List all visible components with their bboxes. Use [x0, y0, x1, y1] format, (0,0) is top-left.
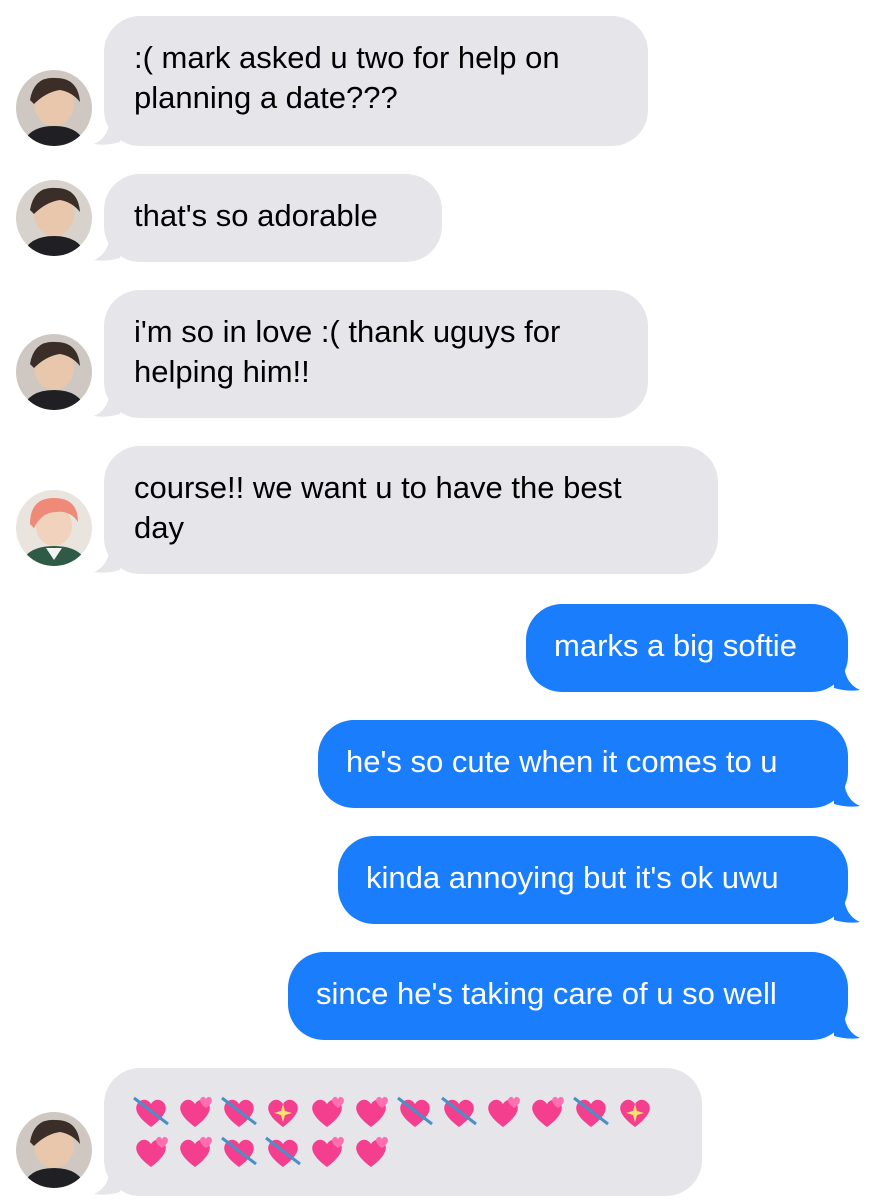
message-row: marks a big softie	[0, 604, 872, 694]
sparkling-heart-icon	[620, 1099, 650, 1128]
bubble-tail	[94, 548, 120, 573]
avatar-dark-hair-icon	[16, 334, 92, 410]
avatar[interactable]	[16, 334, 92, 410]
avatar[interactable]	[16, 490, 92, 566]
heart-with-arrow-icon	[265, 1136, 301, 1168]
avatar-dark-hair-icon	[16, 1112, 92, 1188]
bubble-tail	[94, 120, 120, 145]
heart-with-arrow-icon	[221, 1096, 257, 1128]
two-hearts-icon	[136, 1136, 168, 1168]
two-hearts-icon	[356, 1136, 388, 1168]
bubble-tail	[94, 236, 120, 261]
two-hearts-icon	[312, 1096, 344, 1128]
heart-with-arrow-icon	[221, 1136, 257, 1168]
avatar[interactable]	[16, 180, 92, 256]
two-hearts-icon	[312, 1136, 344, 1168]
two-hearts-icon	[488, 1096, 520, 1128]
bubble-tail	[94, 392, 120, 417]
heart-with-arrow-icon	[573, 1096, 609, 1128]
avatar-dark-hair-icon	[16, 180, 92, 256]
two-hearts-icon	[180, 1136, 212, 1168]
message-row: course!! we want u to have the best day	[0, 446, 872, 578]
incoming-bubble[interactable]: :( mark asked u two for help on planning…	[104, 16, 648, 146]
two-hearts-icon	[356, 1096, 388, 1128]
bubble-tail	[94, 1170, 120, 1195]
bubble-tail	[834, 1014, 860, 1039]
message-row: i'm so in love :( thank uguys for helpin…	[0, 290, 872, 422]
heart-with-arrow-icon	[441, 1096, 477, 1128]
bubble-tail	[834, 898, 860, 923]
message-row: that's so adorable	[0, 174, 872, 264]
outgoing-bubble[interactable]: kinda annoying but it's ok uwu	[338, 836, 848, 924]
message-row: kinda annoying but it's ok uwu	[0, 836, 872, 926]
heart-with-arrow-icon	[133, 1096, 169, 1128]
message-row: he's so cute when it comes to u	[0, 720, 872, 810]
avatar[interactable]	[16, 1112, 92, 1188]
outgoing-bubble[interactable]: marks a big softie	[526, 604, 848, 692]
message-row: :( mark asked u two for help on planning…	[0, 16, 872, 148]
incoming-bubble[interactable]: course!! we want u to have the best day	[104, 446, 718, 574]
incoming-bubble[interactable]: i'm so in love :( thank uguys for helpin…	[104, 290, 648, 418]
two-hearts-icon	[180, 1096, 212, 1128]
message-row: since he's taking care of u so well	[0, 952, 872, 1042]
avatar[interactable]	[16, 70, 92, 146]
incoming-bubble[interactable]: that's so adorable	[104, 174, 442, 262]
heart-with-arrow-icon	[397, 1096, 433, 1128]
incoming-emoji-bubble[interactable]	[104, 1068, 702, 1196]
avatar-pink-hair-icon	[16, 490, 92, 566]
avatar-dark-hair-icon	[16, 70, 92, 146]
sparkling-heart-icon	[268, 1099, 298, 1128]
bubble-tail	[834, 782, 860, 807]
message-row	[0, 1068, 872, 1200]
bubble-tail	[834, 666, 860, 691]
two-hearts-icon	[532, 1096, 564, 1128]
outgoing-bubble[interactable]: he's so cute when it comes to u	[318, 720, 848, 808]
outgoing-bubble[interactable]: since he's taking care of u so well	[288, 952, 848, 1040]
